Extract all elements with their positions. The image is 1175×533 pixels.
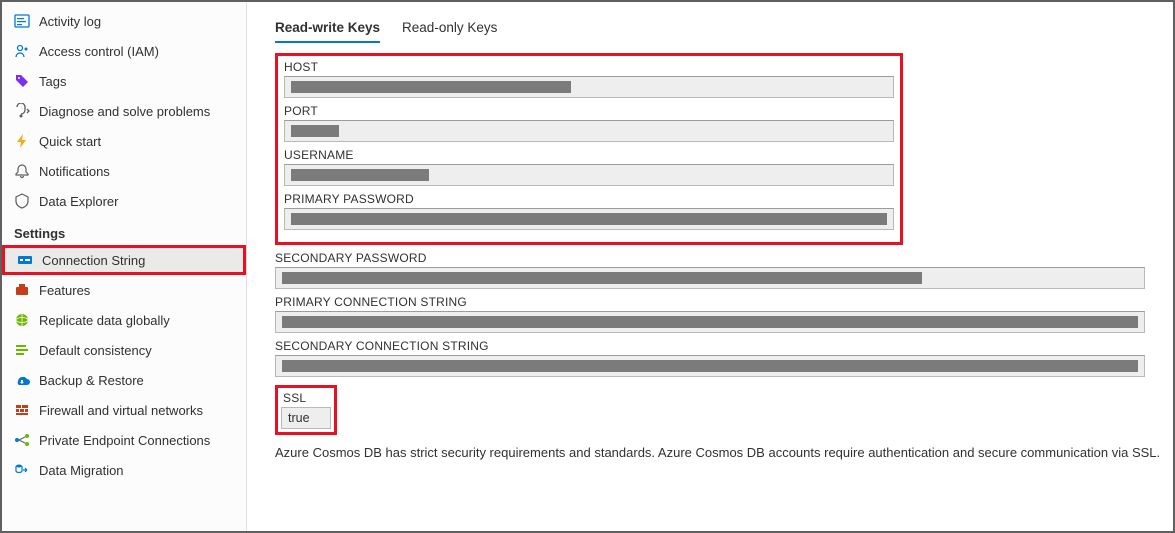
sidebar-item-diagnose[interactable]: Diagnose and solve problems xyxy=(2,96,246,126)
sidebar-item-firewall[interactable]: Firewall and virtual networks xyxy=(2,395,246,425)
field-host: HOST xyxy=(284,60,894,98)
sidebar-item-label: Data Migration xyxy=(39,463,124,478)
sidebar-item-data-explorer[interactable]: Data Explorer xyxy=(2,186,246,216)
sidebar-item-label: Features xyxy=(39,283,90,298)
field-secondary-password: SECONDARY PASSWORD xyxy=(275,251,1167,295)
tags-icon xyxy=(14,73,30,89)
ssl-value: true xyxy=(288,411,310,425)
sidebar-item-tags[interactable]: Tags xyxy=(2,66,246,96)
sidebar-item-features[interactable]: Features xyxy=(2,275,246,305)
field-username: USERNAME xyxy=(284,148,894,186)
footer-note: Azure Cosmos DB has strict security requ… xyxy=(275,441,1173,460)
sidebar-item-label: Backup & Restore xyxy=(39,373,144,388)
redacted-value xyxy=(291,213,887,225)
diagnose-icon xyxy=(14,103,30,119)
sidebar: Activity log Access control (IAM) Tags D… xyxy=(2,2,247,531)
data-migration-icon xyxy=(14,462,30,478)
features-icon xyxy=(14,282,30,298)
primary-password-input[interactable] xyxy=(284,208,894,230)
primary-connection-string-input[interactable] xyxy=(275,311,1145,333)
secondary-connection-string-input[interactable] xyxy=(275,355,1145,377)
activity-log-icon xyxy=(14,13,30,29)
sidebar-item-label: Default consistency xyxy=(39,343,152,358)
sidebar-item-label: Notifications xyxy=(39,164,110,179)
redacted-value xyxy=(291,125,339,137)
main-panel: Read-write Keys Read-only Keys HOST PORT… xyxy=(247,2,1173,531)
sidebar-item-private-endpoint[interactable]: Private Endpoint Connections xyxy=(2,425,246,455)
ssl-input[interactable]: true xyxy=(281,407,331,429)
redacted-value xyxy=(282,360,1138,372)
field-label: HOST xyxy=(284,60,894,76)
field-port: PORT xyxy=(284,104,894,142)
tabs: Read-write Keys Read-only Keys xyxy=(275,14,1173,43)
sidebar-item-data-migration[interactable]: Data Migration xyxy=(2,455,246,485)
field-label: SECONDARY PASSWORD xyxy=(275,251,1167,267)
connection-string-icon xyxy=(17,252,33,268)
field-secondary-connection-string: SECONDARY CONNECTION STRING xyxy=(275,339,1167,383)
port-input[interactable] xyxy=(284,120,894,142)
field-label: PRIMARY CONNECTION STRING xyxy=(275,295,1167,311)
sidebar-item-label: Private Endpoint Connections xyxy=(39,433,210,448)
field-label: SSL xyxy=(281,391,331,407)
replicate-icon xyxy=(14,312,30,328)
redacted-value xyxy=(291,81,571,93)
sidebar-section-settings: Settings xyxy=(2,216,246,245)
notifications-icon xyxy=(14,163,30,179)
tab-read-only-keys[interactable]: Read-only Keys xyxy=(402,14,497,43)
sidebar-item-notifications[interactable]: Notifications xyxy=(2,156,246,186)
field-ssl: SSL true xyxy=(275,385,337,435)
field-label: PORT xyxy=(284,104,894,120)
sidebar-item-activity-log[interactable]: Activity log xyxy=(2,6,246,36)
quick-start-icon xyxy=(14,133,30,149)
secondary-password-input[interactable] xyxy=(275,267,1145,289)
highlighted-fields-group: HOST PORT USERNAME PRIMARY PASSWORD xyxy=(275,53,903,245)
field-primary-connection-string: PRIMARY CONNECTION STRING xyxy=(275,295,1167,339)
sidebar-item-label: Data Explorer xyxy=(39,194,118,209)
sidebar-item-label: Connection String xyxy=(42,253,145,268)
sidebar-item-label: Access control (IAM) xyxy=(39,44,159,59)
redacted-value xyxy=(282,272,922,284)
sidebar-item-connection-string[interactable]: Connection String xyxy=(2,245,246,275)
redacted-value xyxy=(291,169,429,181)
firewall-icon xyxy=(14,402,30,418)
field-label: USERNAME xyxy=(284,148,894,164)
sidebar-item-label: Diagnose and solve problems xyxy=(39,104,210,119)
username-input[interactable] xyxy=(284,164,894,186)
sidebar-item-access-control[interactable]: Access control (IAM) xyxy=(2,36,246,66)
sidebar-item-consistency[interactable]: Default consistency xyxy=(2,335,246,365)
sidebar-item-label: Firewall and virtual networks xyxy=(39,403,203,418)
redacted-value xyxy=(282,316,1138,328)
private-endpoint-icon xyxy=(14,432,30,448)
sidebar-item-label: Replicate data globally xyxy=(39,313,170,328)
access-control-icon xyxy=(14,43,30,59)
sidebar-item-quick-start[interactable]: Quick start xyxy=(2,126,246,156)
field-label: PRIMARY PASSWORD xyxy=(284,192,894,208)
sidebar-item-label: Activity log xyxy=(39,14,101,29)
field-primary-password: PRIMARY PASSWORD xyxy=(284,192,894,230)
data-explorer-icon xyxy=(14,193,30,209)
sidebar-item-label: Tags xyxy=(39,74,66,89)
field-label: SECONDARY CONNECTION STRING xyxy=(275,339,1167,355)
backup-icon xyxy=(14,372,30,388)
tab-read-write-keys[interactable]: Read-write Keys xyxy=(275,14,380,43)
consistency-icon xyxy=(14,342,30,358)
sidebar-item-backup[interactable]: Backup & Restore xyxy=(2,365,246,395)
host-input[interactable] xyxy=(284,76,894,98)
sidebar-item-label: Quick start xyxy=(39,134,101,149)
sidebar-item-replicate[interactable]: Replicate data globally xyxy=(2,305,246,335)
